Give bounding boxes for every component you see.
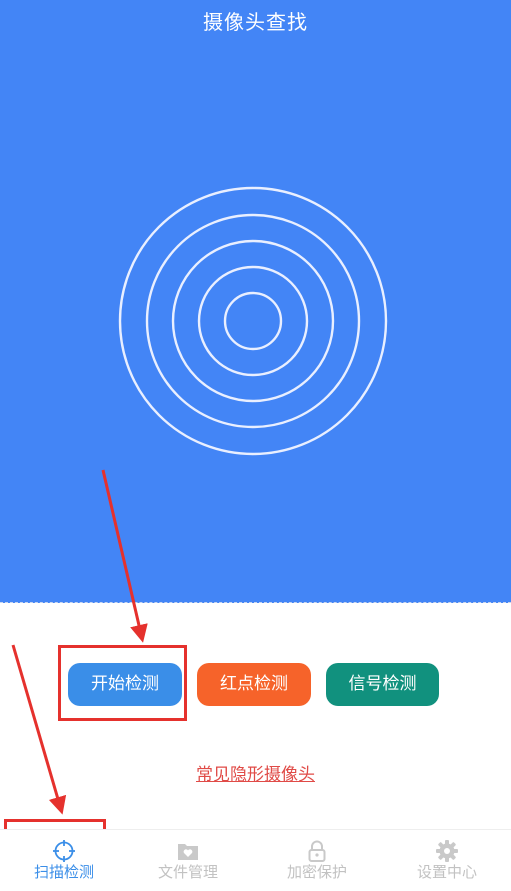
crosshair-icon [53,840,75,862]
tab-label-settings: 设置中心 [416,863,477,881]
bottom-tab-bar: 扫描检测 文件管理 加密保护 设置中心 [0,829,511,891]
radar-ring-5 [223,291,283,351]
tab-settings[interactable]: 设置中心 [383,830,511,891]
radar-ring-1 [118,186,388,456]
gear-icon [436,840,458,862]
hidden-cameras-link[interactable]: 常见隐形摄像头 [0,764,511,786]
radar-ring-4 [197,265,309,377]
tab-file-management[interactable]: 文件管理 [124,830,252,891]
scanner-panel: 摄像头查找 [0,0,511,603]
panel-divider [0,602,511,603]
signal-detection-button[interactable]: 信号检测 [326,663,439,706]
tab-label-scan: 扫描检测 [33,863,94,881]
folder-heart-icon [178,844,198,860]
tab-scan-detection[interactable]: 扫描检测 [0,830,128,891]
radar-ring-2 [145,213,361,429]
tab-encryption[interactable]: 加密保护 [253,830,381,891]
lock-icon [308,840,326,862]
radar-rings [118,186,388,456]
tab-label-files: 文件管理 [157,863,218,881]
tab-label-encryption: 加密保护 [286,863,347,881]
red-dot-detection-button[interactable]: 红点检测 [197,663,311,706]
annotation-box-start-button [58,645,187,721]
radar-ring-3 [171,239,335,403]
page-title: 摄像头查找 [203,10,308,34]
